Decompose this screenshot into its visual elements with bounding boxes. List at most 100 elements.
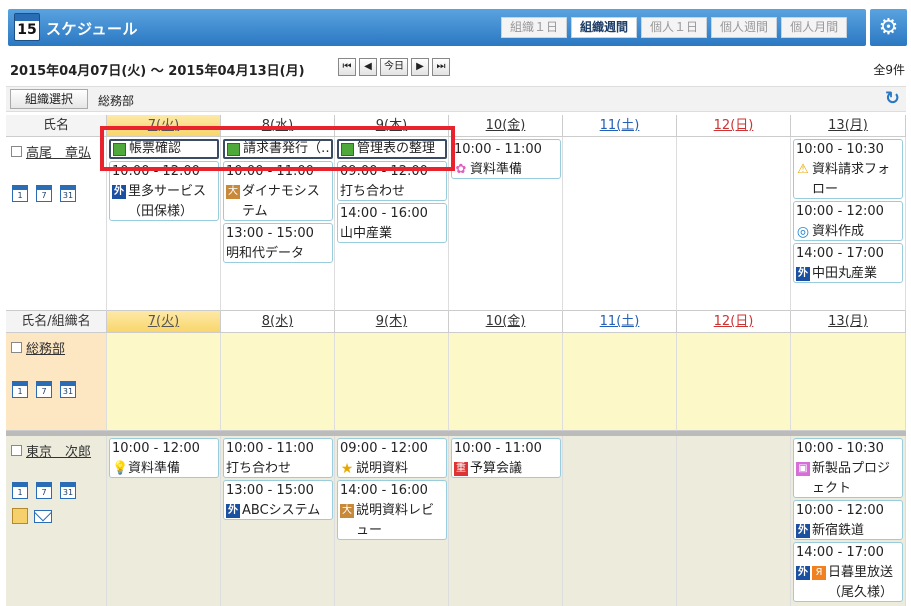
event-item[interactable]: 14:00 - 16:00 山中産業 — [337, 203, 447, 243]
today-button[interactable]: 今日 — [380, 58, 408, 76]
day-view-icon[interactable]: 1 — [12, 482, 28, 499]
week-view-icon[interactable]: 7 — [36, 381, 52, 398]
day-header[interactable]: 10(金) — [449, 311, 563, 333]
day-cell[interactable] — [677, 333, 791, 431]
person-cell: 高尾 章弘 1 7 31 — [6, 137, 107, 311]
day-header[interactable]: 8(水) — [221, 311, 335, 333]
calendar-number: 1 — [17, 191, 23, 200]
day-cell[interactable]: 10:00 - 10:30 ▣ 新製品プロジェクト 10:00 - 12:00 外新宿鉄… — [791, 436, 906, 606]
memo-icon[interactable] — [12, 508, 28, 524]
event-item[interactable]: 14:00 - 17:00 外 Я 日暮里放送（尾久様） — [793, 542, 903, 602]
day-cell[interactable]: 10:00 - 11:00 ✿ 資料準備 — [449, 137, 563, 311]
event-item[interactable]: 10:00 - 11:00 重予算会議 — [451, 438, 561, 478]
view-personal-month-button[interactable]: 個人月間 — [781, 17, 848, 38]
event-title: 中田丸産業 — [812, 266, 878, 281]
person-name-link[interactable]: 高尾 章弘 — [26, 142, 91, 161]
event-item[interactable]: 10:00 - 12:00 💡 資料準備 — [109, 438, 219, 478]
day-view-icon[interactable]: 1 — [12, 185, 28, 202]
day-cell[interactable] — [563, 333, 677, 431]
day-header[interactable]: 13(月) — [791, 115, 906, 137]
day-header[interactable]: 12(日) — [677, 311, 791, 333]
day-header[interactable]: 11(土) — [563, 115, 677, 137]
refresh-icon[interactable]: ↻ — [885, 88, 900, 109]
person-checkbox[interactable] — [11, 146, 22, 157]
event-time: 14:00 - 16:00 — [340, 483, 428, 498]
day-header[interactable]: 9(木) — [335, 311, 449, 333]
flower-icon: ✿ — [455, 162, 467, 177]
event-time: 14:00 - 16:00 — [340, 206, 428, 221]
event-item[interactable]: 10:00 - 12:00 外新宿鉄道 — [793, 500, 903, 540]
event-time: 13:00 - 15:00 — [226, 226, 314, 241]
event-time: 10:00 - 12:00 — [796, 204, 884, 219]
event-time: 10:00 - 11:00 — [226, 441, 314, 456]
prev-week-button[interactable]: ⏮ — [338, 58, 356, 76]
event-item[interactable]: 13:00 - 15:00 外 ABCシステム — [223, 480, 333, 520]
day-cell[interactable] — [677, 137, 791, 311]
event-title: 資料作成 — [812, 224, 865, 239]
day-cell[interactable] — [791, 333, 906, 431]
day-header[interactable]: 12(日) — [677, 115, 791, 137]
person-name-link[interactable]: 東京 次郎 — [26, 441, 91, 460]
next-day-button[interactable]: ▶ — [411, 58, 429, 76]
date-range: 2015年04月07日(火) ～ 2015年04月13日(月) — [10, 64, 305, 79]
day-cell[interactable] — [335, 333, 449, 431]
org-name-row: 総務部 — [11, 338, 65, 357]
event-title-row: 大ダイナモシステム — [226, 182, 330, 220]
month-view-icon[interactable]: 31 — [60, 482, 76, 499]
day-cell[interactable] — [221, 333, 335, 431]
person-name-row: 東京 次郎 — [11, 441, 91, 460]
day-cell[interactable] — [677, 436, 791, 606]
day-header[interactable]: 13(月) — [791, 311, 906, 333]
event-item[interactable]: 10:00 - 11:00 ✿ 資料準備 — [451, 139, 561, 179]
day-cell[interactable]: 09:00 - 12:00 ★ 説明資料 14:00 - 16:00 大説明資料レビュー — [335, 436, 449, 606]
calendar-number: 31 — [62, 191, 74, 200]
org-checkbox[interactable] — [11, 342, 22, 353]
month-view-icon[interactable]: 31 — [60, 381, 76, 398]
event-item[interactable]: 09:00 - 12:00 ★ 説明資料 — [337, 438, 447, 478]
day-header[interactable]: 11(土) — [563, 311, 677, 333]
org-select-button[interactable]: 組織選択 — [10, 89, 89, 109]
event-title: 資料準備 — [470, 162, 523, 177]
event-title-row: 外 Я 日暮里放送（尾久様） — [796, 563, 900, 601]
event-item[interactable]: 10:00 - 11:00 打ち合わせ — [223, 438, 333, 478]
date-nav: ⏮ ◀ 今日 ▶ ⏭ — [338, 58, 450, 76]
mail-icon[interactable] — [34, 510, 52, 523]
prev-day-button[interactable]: ◀ — [359, 58, 377, 76]
view-personal-day-button[interactable]: 個人１日 — [641, 17, 708, 38]
day-cell[interactable] — [449, 333, 563, 431]
day-cell[interactable]: 10:00 - 11:00 重予算会議 — [449, 436, 563, 606]
event-item[interactable]: 10:00 - 10:30 ▣ 新製品プロジェクト — [793, 438, 903, 498]
month-view-icon[interactable]: 31 — [60, 185, 76, 202]
day-cell[interactable] — [107, 333, 221, 431]
event-item[interactable]: 14:00 - 17:00 外中田丸産業 — [793, 243, 903, 283]
event-title-row: ◎ 資料作成 — [796, 222, 900, 240]
view-org-day-button[interactable]: 組織１日 — [501, 17, 568, 38]
day-cell[interactable] — [563, 137, 677, 311]
person-checkbox[interactable] — [11, 445, 22, 456]
event-item[interactable]: 14:00 - 16:00 大説明資料レビュー — [337, 480, 447, 540]
week-view-icon[interactable]: 7 — [36, 482, 52, 499]
week-view-icon[interactable]: 7 — [36, 185, 52, 202]
day-header[interactable]: 10(金) — [449, 115, 563, 137]
event-item[interactable]: 10:00 - 10:30 ⚠ 資料請求フォロー — [793, 139, 903, 199]
next-week-button[interactable]: ⏭ — [432, 58, 450, 76]
event-title-row: 💡 資料準備 — [112, 459, 216, 477]
event-time: 14:00 - 17:00 — [796, 545, 884, 560]
day-cell[interactable]: 10:00 - 12:00 💡 資料準備 — [107, 436, 221, 606]
event-item[interactable]: 13:00 - 15:00 明和代データ — [223, 223, 333, 263]
view-shortcut-icons: 1 7 31 — [12, 185, 76, 202]
calendar-icon: 15 — [14, 13, 40, 41]
view-org-week-button[interactable]: 組織週間 — [571, 17, 638, 38]
view-personal-week-button[interactable]: 個人週間 — [711, 17, 778, 38]
event-item[interactable]: 10:00 - 12:00 ◎ 資料作成 — [793, 201, 903, 241]
day-cell[interactable]: 10:00 - 11:00 打ち合わせ 13:00 - 15:00 外 ABCシステム — [221, 436, 335, 606]
event-time: 10:00 - 11:00 — [454, 441, 542, 456]
event-title: 予算会議 — [470, 461, 523, 476]
event-time: 10:00 - 10:30 — [796, 441, 884, 456]
day-view-icon[interactable]: 1 — [12, 381, 28, 398]
day-cell[interactable]: 10:00 - 10:30 ⚠ 資料請求フォロー 10:00 - 12:00 ◎ 資料作成… — [791, 137, 906, 311]
day-header[interactable]: 7(火) — [107, 311, 221, 333]
day-cell[interactable] — [563, 436, 677, 606]
gear-icon[interactable]: ⚙ — [870, 9, 907, 46]
org-name-link[interactable]: 総務部 — [26, 338, 65, 357]
